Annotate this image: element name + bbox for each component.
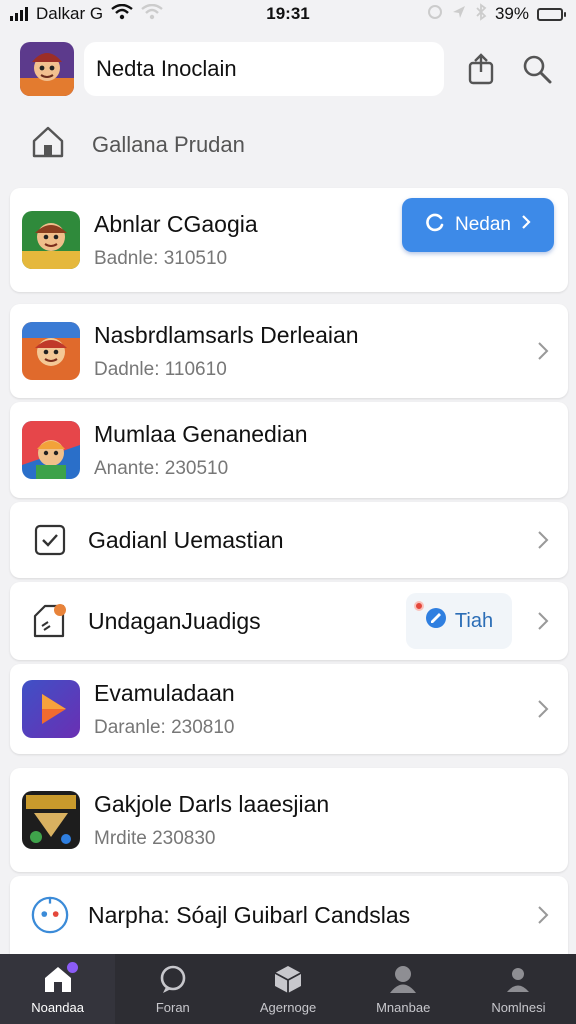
chevron-right-icon — [538, 906, 549, 924]
edit-icon — [425, 607, 447, 635]
item-subtitle: Dadnle: 110610 — [94, 358, 227, 380]
status-left: Dalkar G — [10, 3, 163, 25]
chat-icon — [157, 964, 189, 994]
header-actions — [464, 52, 558, 86]
tab-label: Noandaa — [31, 999, 84, 1015]
carrier-label: Dalkar G — [36, 4, 104, 23]
home-icon[interactable] — [30, 124, 66, 165]
item-subtitle: Mrdite 230830 — [94, 827, 216, 849]
chevron-right-icon — [538, 700, 549, 718]
edit-badge-icon — [30, 601, 70, 641]
notification-badge — [414, 601, 424, 611]
chevron-right-icon — [538, 531, 549, 549]
tab-label: Mnanbae — [376, 999, 431, 1015]
tab-profile[interactable]: Nomlnesi — [461, 954, 576, 1024]
secondary-action-button[interactable]: Tiah — [406, 593, 512, 649]
game-thumb-2-icon — [22, 322, 80, 380]
app-header: Nedta Inoclain — [20, 40, 558, 98]
item-title: Abnlar CGaogia — [94, 210, 258, 237]
item-subtitle: Badnle: 310510 — [94, 247, 228, 269]
tab-label: Agernoge — [259, 999, 317, 1015]
item-title: Evamuladaan — [94, 679, 235, 706]
list-item[interactable]: Evamuladaan Daranle: 230810 — [10, 664, 568, 754]
search-icon[interactable] — [520, 52, 554, 86]
breadcrumb-label: Gallana Prudan — [92, 131, 245, 157]
profile-icon — [502, 964, 534, 994]
list-item[interactable]: Abnlar CGaogia Badnle: 310510 Nedan — [10, 188, 568, 292]
tab-label: Foran — [155, 999, 190, 1015]
status-time: 19:31 — [266, 4, 310, 23]
list-item[interactable]: Nasbrdlamsarls Derleaian Dadnle: 110610 — [10, 304, 568, 398]
list-item[interactable]: Gakjole Darls laaesjian Mrdite 230830 — [10, 768, 568, 872]
game-thumb-1-icon — [22, 211, 80, 269]
primary-action-label: Nedan — [455, 214, 511, 235]
item-title: Narpha: Sóajl Guibarl Candslas — [88, 901, 411, 928]
tab-bar: Noandaa Foran Agernoge Mnanbae Nomlnesi — [0, 954, 576, 1024]
battery-percent: 39% — [494, 4, 529, 23]
wifi-secondary-icon — [141, 3, 163, 25]
item-title: Gadianl Uemastian — [88, 526, 284, 553]
signal-icon — [10, 7, 28, 21]
chevron-right-icon — [538, 342, 549, 360]
notification-dot — [66, 961, 78, 973]
play-icon — [22, 680, 80, 738]
status-right: 39% — [427, 2, 566, 26]
list-item[interactable]: Narpha: Sóajl Guibarl Candslas — [10, 876, 568, 954]
item-title: Nasbrdlamsarls Derleaian — [94, 321, 359, 348]
list-item[interactable]: Gadianl Uemastian — [10, 502, 568, 578]
tab-chat[interactable]: Foran — [115, 954, 230, 1024]
chevron-right-icon — [538, 612, 549, 630]
app-title[interactable]: Nedta Inoclain — [84, 42, 444, 96]
location-icon — [451, 4, 467, 25]
breadcrumb[interactable]: Gallana Prudan — [30, 124, 245, 165]
tab-home[interactable]: Noandaa — [0, 954, 116, 1024]
list-item[interactable]: UndaganJuadigs Tiah — [10, 582, 568, 660]
home-icon — [42, 961, 78, 994]
item-title: Gakjole Darls laaesjian — [94, 790, 330, 817]
alarm-icon — [427, 4, 443, 25]
tab-user[interactable]: Mnanbae — [346, 954, 461, 1024]
user-icon — [387, 964, 419, 994]
item-title: UndaganJuadigs — [88, 607, 261, 634]
wifi-icon — [111, 3, 133, 25]
tab-box[interactable]: Agernoge — [230, 954, 345, 1024]
bluetooth-icon — [475, 2, 487, 26]
status-bar: Dalkar G 19:31 39% — [0, 0, 576, 28]
item-title: Mumlaa Genanedian — [94, 420, 308, 447]
chevron-right-icon — [521, 214, 531, 236]
refresh-icon — [425, 212, 445, 238]
battery-icon — [537, 7, 566, 21]
game-thumb-4-icon — [22, 791, 80, 849]
checkbox-icon — [30, 520, 70, 560]
primary-action-button[interactable]: Nedan — [402, 198, 554, 252]
list-item[interactable]: Mumlaa Genanedian Anante: 230510 — [10, 402, 568, 498]
share-icon[interactable] — [464, 52, 498, 86]
item-subtitle: Daranle: 230810 — [94, 716, 235, 738]
game-thumb-3-icon — [22, 421, 80, 479]
app-logo[interactable] — [20, 42, 74, 96]
robot-icon — [30, 895, 70, 935]
secondary-action-label: Tiah — [454, 609, 494, 632]
item-subtitle: Anante: 230510 — [94, 457, 229, 479]
tab-label: Nomlnesi — [491, 999, 546, 1015]
box-icon — [272, 964, 304, 994]
